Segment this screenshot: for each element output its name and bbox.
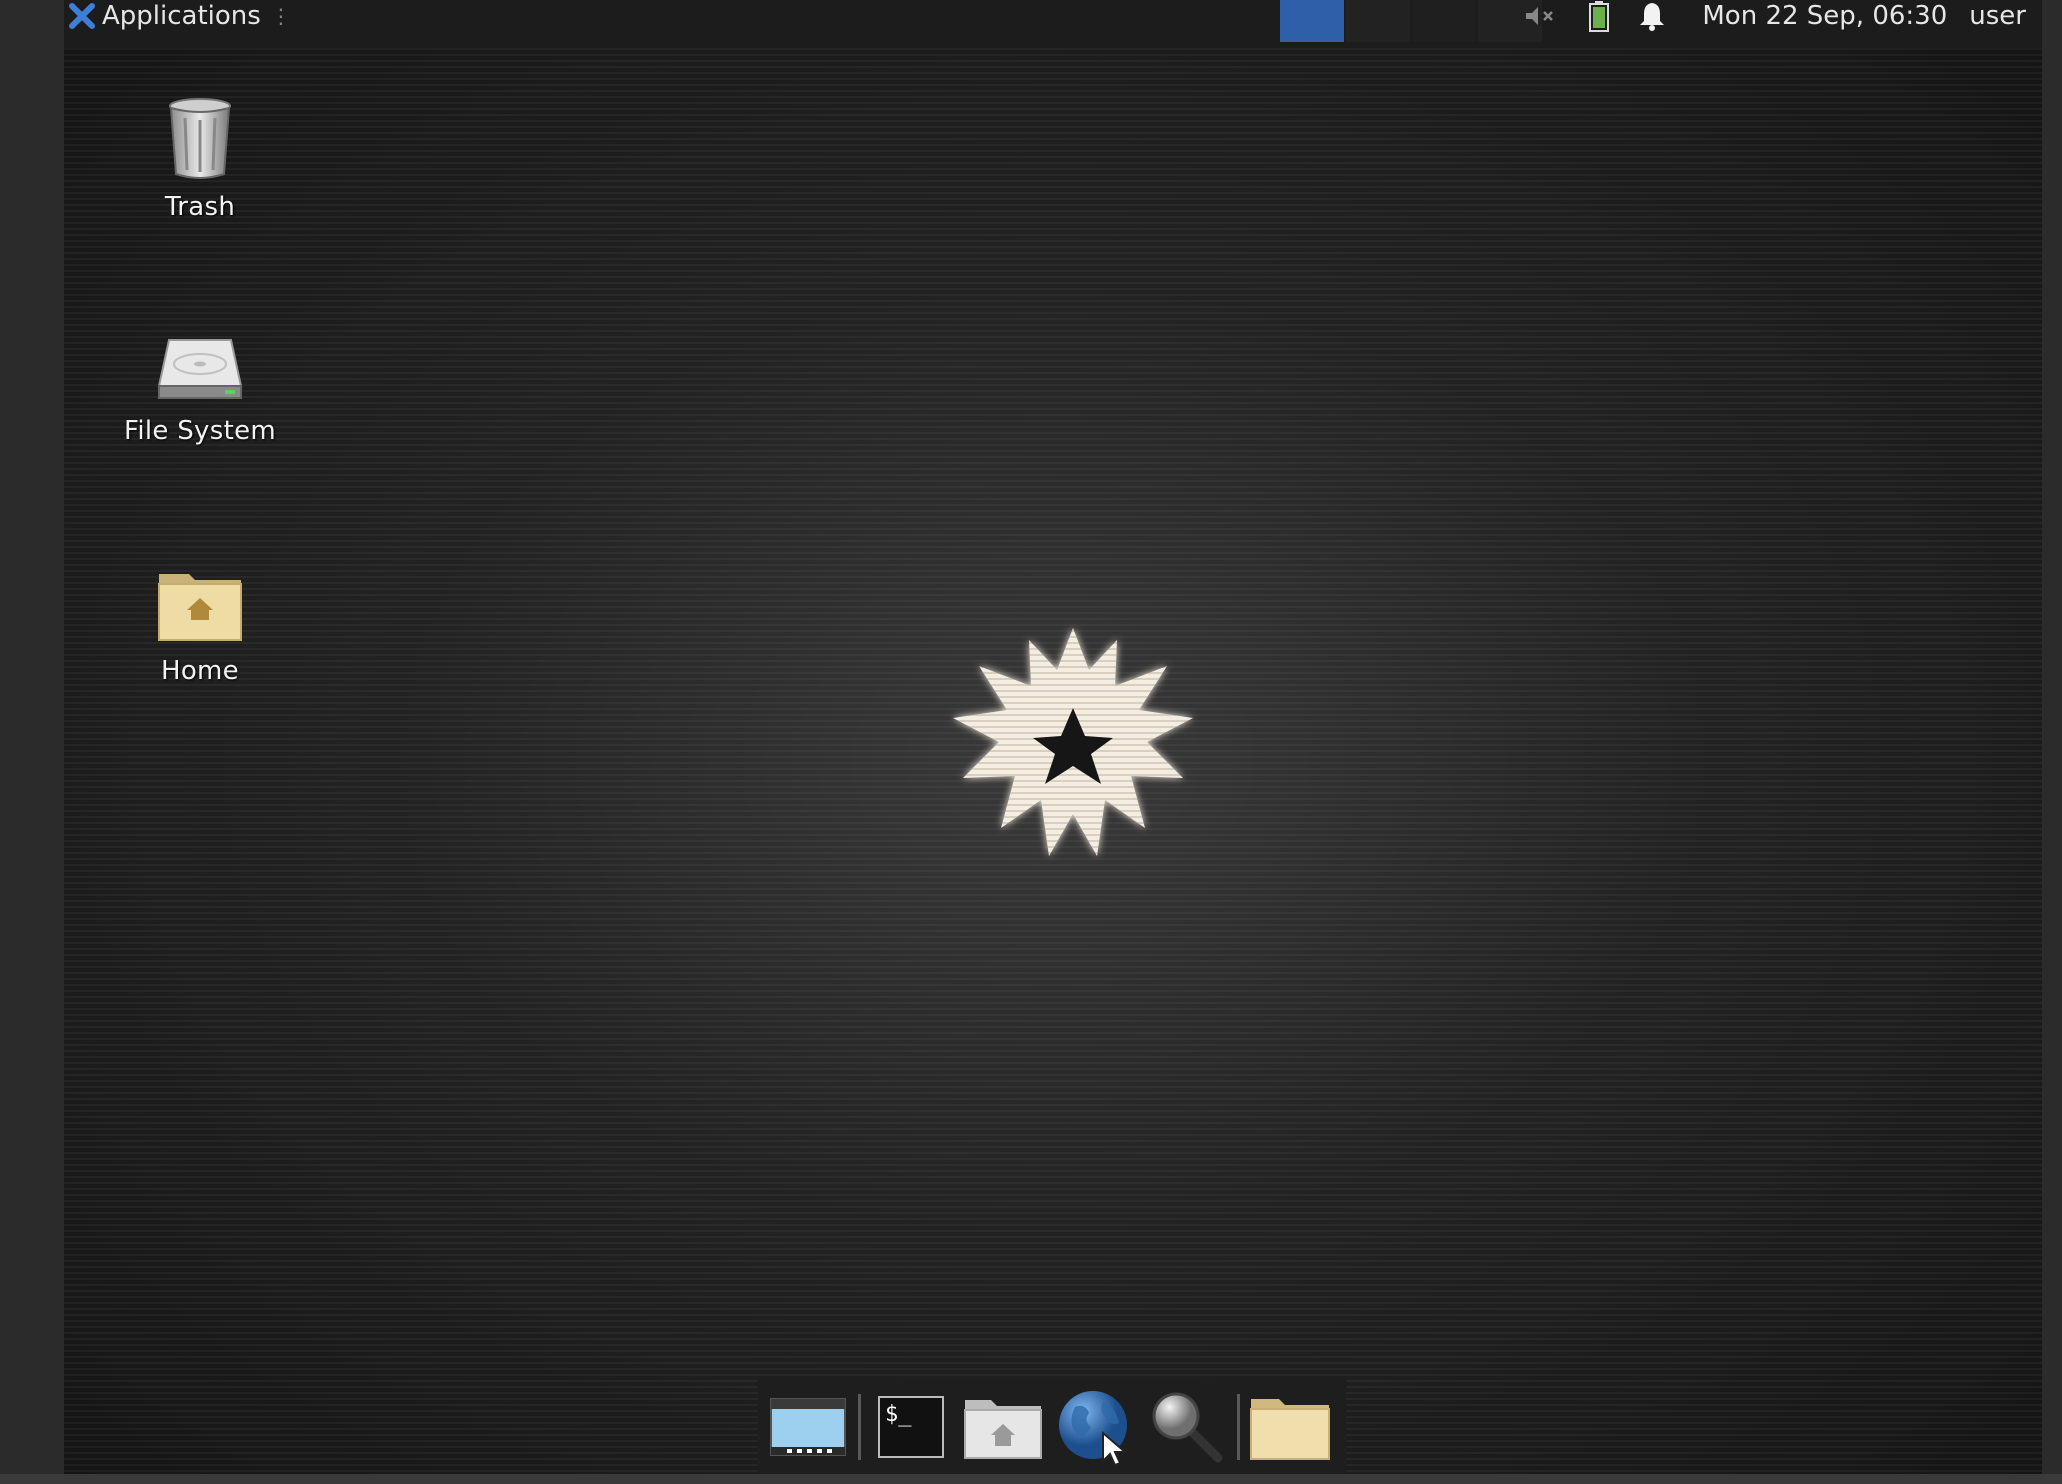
applications-menu-label: Applications bbox=[102, 1, 261, 31]
workspace-1[interactable] bbox=[1280, 0, 1344, 42]
web-browser-icon bbox=[1059, 1391, 1128, 1467]
dock-terminal[interactable]: $_ bbox=[869, 1385, 953, 1469]
screen-bottom-edge bbox=[0, 1474, 2062, 1484]
desktop-background[interactable]: Trash File System Home $_ bbox=[64, 48, 2042, 1474]
show-desktop-icon bbox=[770, 1398, 846, 1456]
desktop-icon-label: File System bbox=[123, 416, 277, 446]
desktop-icon-trash[interactable]: Trash bbox=[80, 96, 320, 222]
dock-folder[interactable] bbox=[1248, 1385, 1332, 1469]
dock-search[interactable] bbox=[1145, 1385, 1229, 1469]
dock-home-folder[interactable] bbox=[961, 1385, 1045, 1469]
folder-icon bbox=[1250, 1399, 1330, 1460]
desktop-icon-label: Trash bbox=[164, 192, 236, 222]
xfce-logo-icon bbox=[69, 3, 95, 29]
dock-separator bbox=[1237, 1394, 1240, 1460]
home-folder-icon bbox=[964, 1400, 1042, 1459]
battery-icon[interactable] bbox=[1588, 0, 1610, 32]
desktop-icon-label: Home bbox=[161, 656, 239, 686]
dock: $_ bbox=[758, 1380, 1346, 1474]
user-menu[interactable]: user bbox=[1969, 1, 2026, 31]
svg-text:$_: $_ bbox=[885, 1402, 912, 1427]
dock-separator bbox=[858, 1394, 861, 1460]
notification-bell-icon[interactable] bbox=[1638, 1, 1666, 31]
distro-logo bbox=[953, 628, 1193, 856]
volume-muted-icon[interactable] bbox=[1524, 4, 1558, 28]
search-icon bbox=[1152, 1392, 1223, 1463]
clock[interactable]: Mon 22 Sep, 06:30 bbox=[1702, 1, 1947, 31]
hard-drive-icon bbox=[157, 339, 243, 399]
workspace-3[interactable] bbox=[1412, 0, 1476, 42]
dock-web-browser[interactable] bbox=[1053, 1385, 1137, 1469]
panel-handle-icon[interactable]: ⋮ bbox=[271, 4, 291, 28]
workspace-2[interactable] bbox=[1346, 0, 1410, 42]
terminal-icon: $_ bbox=[878, 1396, 944, 1458]
dock-show-desktop[interactable] bbox=[766, 1385, 850, 1469]
trash-icon bbox=[169, 98, 231, 179]
desktop-icon-home[interactable]: Home bbox=[80, 568, 320, 686]
top-panel: Applications ⋮ Mon 22 Sep, 06:30 user bbox=[64, 0, 2042, 48]
system-tray: Mon 22 Sep, 06:30 user bbox=[1524, 0, 2026, 32]
home-folder-icon bbox=[158, 574, 242, 641]
desktop-icon-file-system[interactable]: File System bbox=[80, 334, 320, 446]
applications-menu-button[interactable]: Applications ⋮ bbox=[68, 0, 291, 32]
desktop-screen: Trash File System Home $_ bbox=[64, 0, 2042, 1474]
